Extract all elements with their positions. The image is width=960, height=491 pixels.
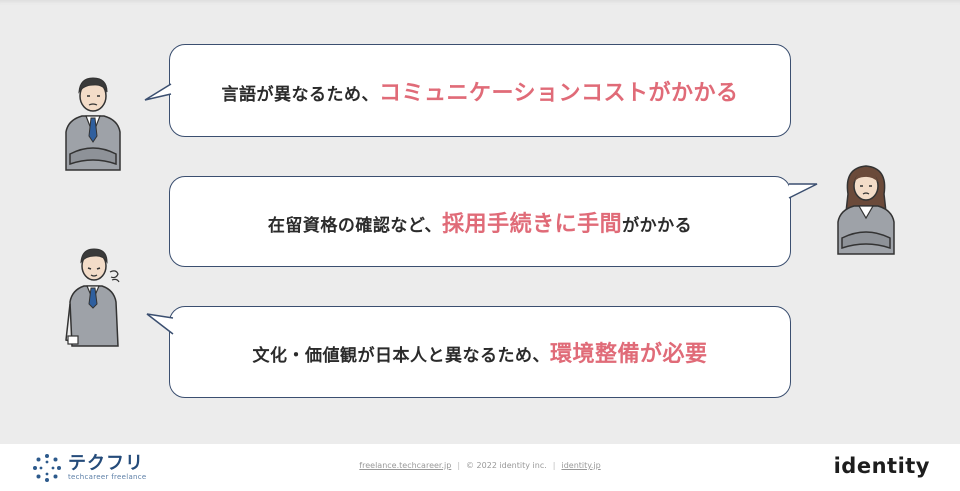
brand-subtitle: techcareer freelance [68, 473, 147, 481]
bubble-3-highlight: 環境整備が必要 [549, 342, 708, 367]
man-crossed-arms-icon [65, 77, 121, 171]
separator: | [552, 461, 556, 470]
separator: | [457, 461, 461, 470]
bubble-1-text: 言語が異なるため、コミュニケーションコストがかかる [221, 80, 739, 106]
woman-crossed-arms-icon [837, 165, 895, 255]
speech-bubble-2: 在留資格の確認など、採用手続きに手間がかかる [169, 176, 791, 267]
identity-link[interactable]: identity.jp [561, 461, 600, 470]
bubble-3-text: 文化・価値観が日本人と異なるため、環境整備が必要 [252, 342, 708, 367]
bubble-1-highlight: コミュニケーションコストがかかる [378, 80, 739, 106]
speech-bubble-3: 文化・価値観が日本人と異なるため、環境整備が必要 [169, 306, 791, 398]
freelance-link[interactable]: freelance.techcareer.jp [359, 461, 451, 470]
speech-bubble-1: 言語が異なるため、コミュニケーションコストがかかる [169, 44, 791, 137]
bubble-2-text: 在留資格の確認など、採用手続きに手間がかかる [267, 211, 693, 237]
man-sighing-icon [65, 248, 120, 347]
bubble-2-highlight: 採用手続きに手間 [442, 211, 623, 237]
copyright-text: © 2022 identity inc. [466, 461, 547, 470]
bubble-2-tail [788, 183, 818, 199]
bubble-3-tail [146, 313, 174, 335]
identity-logo[interactable]: identity [834, 454, 930, 478]
slide-canvas: 言語が異なるため、コミュニケーションコストがかかる 在留資格の確認など、採用手続… [0, 0, 960, 444]
footer-bar: テクフリ techcareer freelance freelance.tech… [0, 444, 960, 491]
bubble-1-tail [144, 83, 172, 101]
footer-links: freelance.techcareer.jp | © 2022 identity … [0, 461, 960, 470]
